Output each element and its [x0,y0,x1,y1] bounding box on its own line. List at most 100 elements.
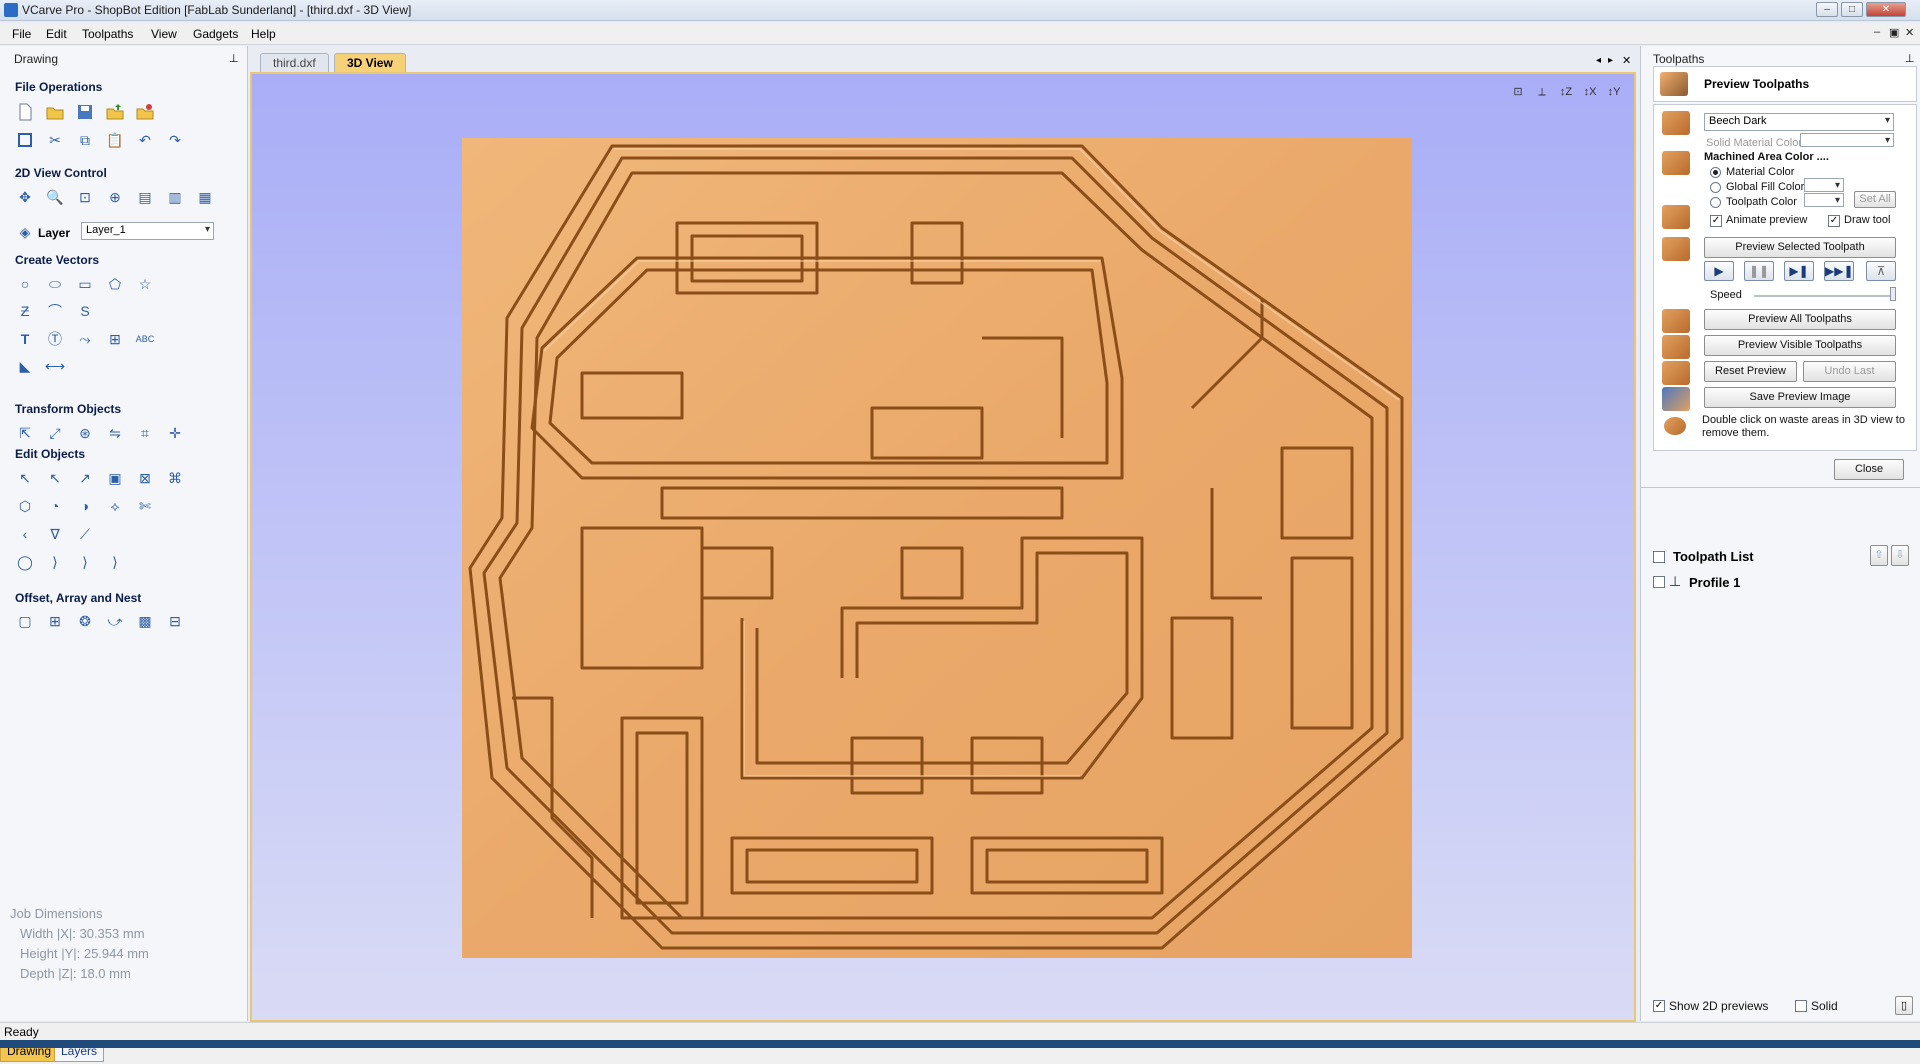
animate-preview-checkbox[interactable]: ✓ [1710,215,1722,227]
move-up-icon[interactable]: ⇧ [1870,545,1888,566]
layer-select[interactable]: Layer_1 [81,222,214,240]
join-icon[interactable]: ⟡ [105,496,125,516]
node-edit-icon[interactable]: ↖ [45,468,65,488]
text-on-curve-icon[interactable]: ⤳ [75,329,95,349]
profile-1-checkbox[interactable] [1653,576,1665,588]
open-file-icon[interactable] [45,102,65,122]
view-x-icon[interactable]: ↕X [1580,82,1600,102]
draw-star-icon[interactable]: ☆ [135,274,155,294]
speed-slider[interactable] [1754,295,1894,297]
preview-selected-toolpath-button[interactable]: Preview Selected Toolpath [1704,237,1896,258]
save-icon[interactable] [75,102,95,122]
import-vectors-icon[interactable] [105,102,125,122]
trim-icon[interactable]: ⌘ [165,468,185,488]
global-fill-color-radio[interactable] [1710,182,1721,193]
smooth-icon[interactable]: ⟋ [75,524,95,544]
nest-icon[interactable]: ▩ [135,611,155,631]
intersect-icon[interactable]: ◑ [75,496,95,516]
redo-icon[interactable]: ↷ [165,130,185,150]
copy-icon[interactable]: ⧉ [75,130,95,150]
scale-icon[interactable]: ⤢ [45,423,65,443]
menu-edit[interactable]: Edit [46,27,67,41]
cut-icon[interactable]: ✂ [45,130,65,150]
group-icon[interactable]: ▣ [105,468,125,488]
menu-toolpaths[interactable]: Toolpaths [82,27,133,41]
job-setup-icon[interactable] [15,130,35,150]
select-icon[interactable]: ↖ [15,468,35,488]
toolpath-list-checkbox[interactable] [1653,551,1665,563]
rotate-icon[interactable]: ⊛ [75,423,95,443]
new-file-icon[interactable] [15,102,35,122]
array-icon[interactable]: ⊞ [45,611,65,631]
global-fill-color-select[interactable] [1804,178,1844,192]
auto-layout-text-icon[interactable]: Ⓣ [45,329,65,349]
draw-arc-icon[interactable]: ⌒ [45,301,65,321]
measure-icon[interactable]: ⟷ [45,356,65,376]
solid-checkbox[interactable] [1795,1000,1807,1012]
close-tab-icon[interactable]: ✕ [1622,54,1631,67]
view-y-icon[interactable]: ↕Y [1604,82,1624,102]
ungroup-icon[interactable]: ⊠ [135,468,155,488]
draw-polygon-icon[interactable]: ⬠ [105,274,125,294]
view-mode-1-icon[interactable]: ▤ [135,187,155,207]
reset-preview-button[interactable]: Reset Preview [1704,361,1797,382]
tab-scroll-right-icon[interactable]: ▸ [1608,55,1613,66]
offset-icon[interactable]: ▢ [15,611,35,631]
spell-check-icon[interactable]: ABC [135,329,155,349]
material-select[interactable]: Beech Dark [1704,113,1894,131]
undo-last-button[interactable]: Undo Last [1803,361,1896,382]
zoom-selection-icon[interactable]: ⊕ [105,187,125,207]
pin-icon[interactable]: ⊥ [1905,52,1915,65]
3d-view-viewport[interactable]: ⊡ ⟂ ↕Z ↕X ↕Y [250,72,1636,1022]
draw-ellipse-icon[interactable]: ⬭ [45,274,65,294]
close-button[interactable]: Close [1834,459,1904,480]
mirror-icon[interactable]: ⇋ [105,423,125,443]
circular-array-icon[interactable]: ❂ [75,611,95,631]
menu-help[interactable]: Help [251,27,276,41]
pan-icon[interactable]: ✥ [15,187,35,207]
transform-mode-icon[interactable]: ↗ [75,468,95,488]
material-color-radio[interactable] [1710,167,1721,178]
scissors-icon[interactable]: ✄ [135,496,155,516]
mdi-restore-icon[interactable]: ▣ [1889,26,1899,39]
play-icon[interactable]: ▶ [1704,261,1734,281]
solid-material-color-select[interactable] [1800,133,1894,147]
tab-scroll-left-icon[interactable]: ◂ [1596,55,1601,66]
close-window-button[interactable]: ✕ [1866,2,1906,17]
set-all-button[interactable]: Set All [1854,191,1896,208]
zoom-extents-view-icon[interactable]: ⊡ [1508,82,1528,102]
minimize-button[interactable]: – [1816,2,1838,17]
draw-curve-icon[interactable]: S [75,301,95,321]
menu-gadgets[interactable]: Gadgets [193,27,238,41]
draw-tool-checkbox[interactable]: ✓ [1828,215,1840,227]
maximize-button[interactable]: □ [1841,2,1863,17]
draw-text-icon[interactable]: T [15,329,35,349]
undo-icon[interactable]: ↶ [135,130,155,150]
move-icon[interactable]: ⇱ [15,423,35,443]
distort-icon[interactable]: ⌗ [135,423,155,443]
preview-all-toolpaths-button[interactable]: Preview All Toolpaths [1704,309,1896,330]
toolpath-options-icon[interactable]: ▯ [1895,996,1913,1015]
curve-fit-icon[interactable]: ∇ [45,524,65,544]
adjust-text-icon[interactable]: ⊞ [105,329,125,349]
extend-icon[interactable]: ⟩ [45,552,65,572]
toolpath-item-profile-1[interactable]: Profile 1 [1689,575,1740,590]
zoom-extents-icon[interactable]: ⊡ [75,187,95,207]
step-icon[interactable]: ▶❚ [1784,261,1814,281]
array-along-curve-icon[interactable]: ⤻ [105,611,125,631]
weld-icon[interactable]: ⬡ [15,496,35,516]
menu-view[interactable]: View [151,27,177,41]
zoom-icon[interactable]: 🔍 [45,187,65,207]
toolpath-color-select[interactable] [1804,193,1844,207]
toolpath-color-radio[interactable] [1710,197,1721,208]
draw-polyline-icon[interactable]: Ƶ [15,301,35,321]
draw-rectangle-icon[interactable]: ▭ [75,274,95,294]
speed-slider-thumb[interactable] [1890,287,1896,301]
view-mode-3-icon[interactable]: ▦ [195,187,215,207]
menu-file[interactable]: File [12,27,31,41]
move-down-icon[interactable]: ⇩ [1891,545,1909,566]
import-bitmap-icon[interactable] [135,102,155,122]
view-mode-2-icon[interactable]: ▥ [165,187,185,207]
show-2d-previews-checkbox[interactable]: ✓ [1653,1000,1665,1012]
tab-3d-view[interactable]: 3D View [334,53,406,72]
